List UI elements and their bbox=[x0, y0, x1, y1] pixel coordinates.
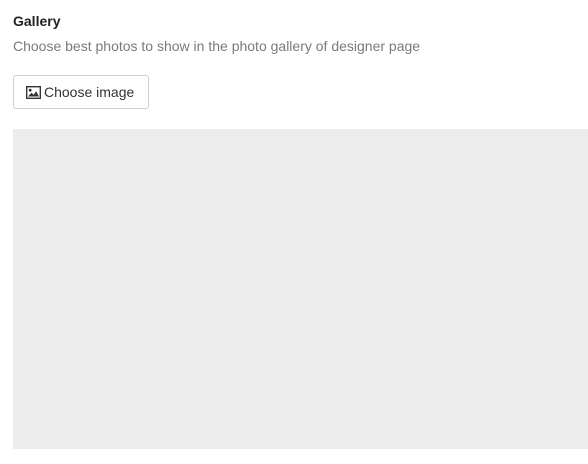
choose-image-label: Choose image bbox=[44, 84, 135, 100]
choose-image-button[interactable]: Choose image bbox=[13, 75, 149, 109]
image-icon bbox=[26, 85, 41, 99]
section-description: Choose best photos to show in the photo … bbox=[13, 38, 421, 54]
gallery-preview-area[interactable] bbox=[13, 129, 588, 449]
gallery-section: Gallery Choose best photos to show in th… bbox=[0, 0, 588, 464]
section-title: Gallery bbox=[13, 13, 61, 29]
